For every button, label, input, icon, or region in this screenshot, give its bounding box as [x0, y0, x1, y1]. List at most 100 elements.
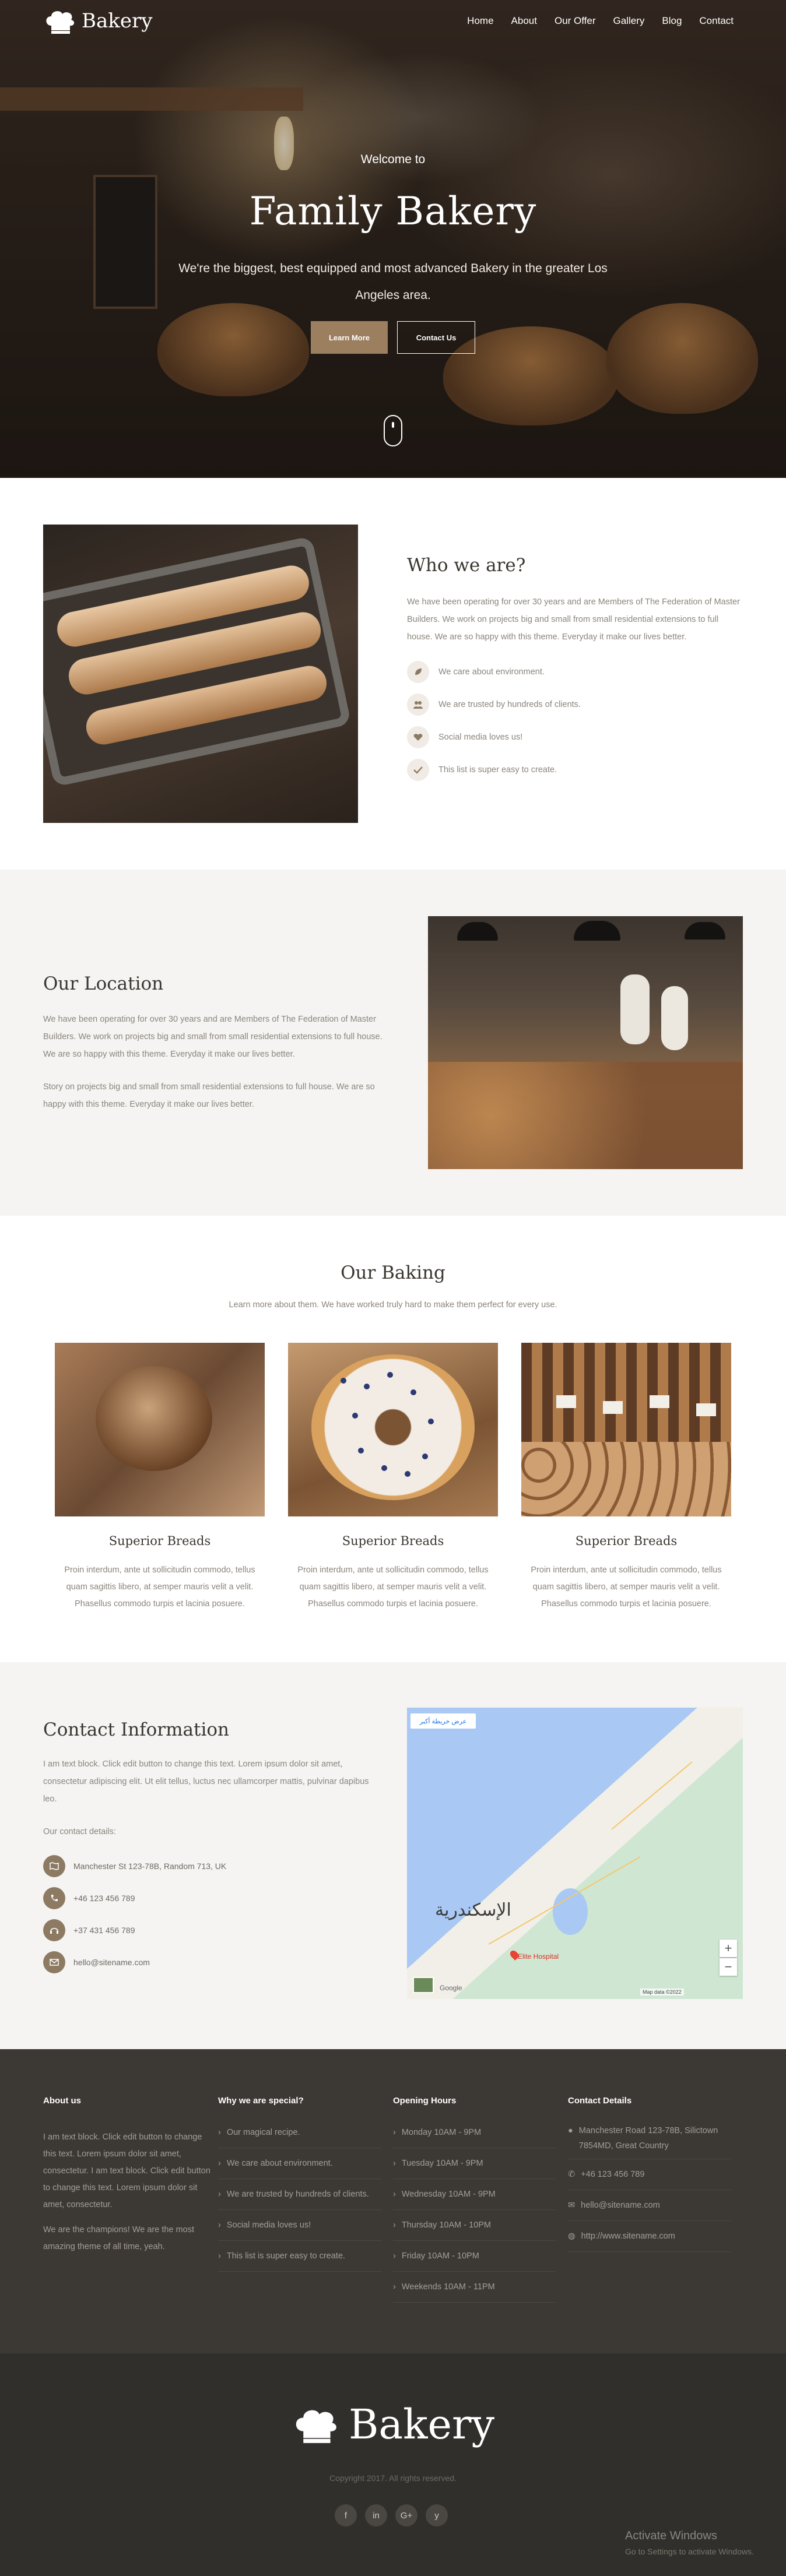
hero-pretitle: Welcome to — [360, 153, 426, 166]
list-item: +46 123 456 789 — [43, 1882, 226, 1914]
hero-text: We're the biggest, best equipped and mos… — [178, 262, 608, 302]
footer-website[interactable]: ◍ http://www.sitename.com — [568, 2221, 731, 2252]
google-plus-icon[interactable]: G+ — [395, 2504, 417, 2526]
list-item: We care about environment. — [407, 661, 581, 683]
scroll-down-icon[interactable] — [384, 415, 402, 446]
chevron-right-icon: › — [218, 2251, 221, 2261]
card-title: Superior Breads — [342, 1534, 444, 1548]
hours-row: › Wednesday 10AM - 9PM — [393, 2179, 556, 2210]
users-icon — [407, 694, 429, 716]
linkedin-icon[interactable]: in — [365, 2504, 387, 2526]
phone-icon: ✆ — [568, 2170, 576, 2179]
contact-details-label: Our contact details: — [43, 1827, 116, 1836]
footer-heading: Why we are special? — [218, 2096, 304, 2106]
footer-hours: Opening Hours › Monday 10AM - 9PM › Tuesda… — [393, 2096, 556, 2303]
copyright: Copyright 2017. All rights reserved. — [329, 2473, 457, 2483]
heart-icon — [407, 726, 429, 748]
footer-address: ● Manchester Road 123-78B, Silictown 7854… — [568, 2117, 731, 2159]
map-embed[interactable]: عرض خريطة أكبر الإسكندرية Elite Hospital… — [407, 1708, 743, 1999]
footer-email[interactable]: ✉ hello@sitename.com — [568, 2190, 731, 2221]
footer-contact: Contact Details ● Manchester Road 123-78B… — [568, 2096, 731, 2252]
footer-logo[interactable]: Bakery — [292, 2400, 494, 2449]
map-layer-thumbnail[interactable] — [413, 1977, 434, 1993]
about-list: We care about environment. We are truste… — [407, 661, 581, 781]
map-poi-label: Elite Hospital — [518, 1952, 559, 1961]
view-larger-map-link[interactable]: عرض خريطة أكبر — [410, 1713, 476, 1729]
card-text: Proin interdum, ante ut sollicitudin com… — [531, 1565, 722, 1609]
learn-more-button[interactable]: Learn More — [311, 321, 388, 354]
chevron-right-icon: › — [393, 2220, 396, 2230]
footer-phone[interactable]: ✆ +46 123 456 789 — [568, 2159, 731, 2190]
contact-text: I am text block. Click edit button to ch… — [43, 1759, 369, 1804]
chevron-right-icon: › — [393, 2251, 396, 2261]
location-text-1: We have been operating for over 30 years… — [43, 1015, 383, 1059]
nav-item-contact[interactable]: Contact — [699, 15, 734, 27]
footer-link[interactable]: › We are trusted by hundreds of clients. — [218, 2179, 381, 2210]
footer-link[interactable]: › We care about environment. — [218, 2148, 381, 2179]
zoom-out-button[interactable]: − — [720, 1958, 737, 1976]
chevron-right-icon: › — [218, 2128, 221, 2137]
nav-item-about[interactable]: About — [511, 15, 537, 27]
list-item: +37 431 456 789 — [43, 1914, 226, 1946]
baguettes-photo — [43, 525, 358, 823]
chef-hat-icon — [296, 2410, 336, 2443]
footer-link[interactable]: › Our magical recipe. — [218, 2117, 381, 2148]
card-title: Superior Breads — [108, 1534, 211, 1548]
map-attribution: Map data ©2022 — [640, 1989, 684, 1996]
phone-icon — [43, 1887, 65, 1909]
footer-link[interactable]: › This list is super easy to create. — [218, 2241, 381, 2272]
hours-row: › Monday 10AM - 9PM — [393, 2117, 556, 2148]
chevron-right-icon: › — [218, 2159, 221, 2168]
nav-item-gallery[interactable]: Gallery — [613, 15, 645, 27]
envelope-icon: ✉ — [568, 2201, 576, 2210]
card-title: Superior Breads — [575, 1534, 678, 1548]
nav-item-our-offer[interactable]: Our Offer — [555, 15, 596, 27]
location-title: Our Location — [43, 973, 164, 994]
nav-item-blog[interactable]: Blog — [662, 15, 682, 27]
leaf-icon — [407, 661, 429, 683]
logo-text: Bakery — [82, 9, 153, 33]
hours-row: › Weekends 10AM - 11PM — [393, 2272, 556, 2303]
contact-title: Contact Information — [43, 1719, 230, 1740]
nav-item-home[interactable]: Home — [467, 15, 493, 27]
footer-heading: About us — [43, 2096, 81, 2106]
chevron-right-icon: › — [393, 2282, 396, 2292]
zoom-in-button[interactable]: + — [720, 1940, 737, 1957]
site-logo[interactable]: Bakery — [43, 8, 152, 34]
contact-us-button[interactable]: Contact Us — [397, 321, 475, 354]
facebook-icon[interactable]: f — [335, 2504, 357, 2526]
hours-row: › Friday 10AM - 10PM — [393, 2241, 556, 2272]
list-item: We are trusted by hundreds of clients. — [407, 694, 581, 716]
location-text-2: Story on projects big and small from sma… — [43, 1082, 375, 1109]
footer-about-text-2: We are the champions! We are the most am… — [43, 2225, 194, 2251]
headset-icon — [43, 1919, 65, 1941]
donut-photo — [288, 1343, 498, 1516]
footer-about-text-1: I am text block. Click edit button to ch… — [43, 2132, 210, 2209]
envelope-icon — [43, 1951, 65, 1973]
footer-heading: Opening Hours — [393, 2096, 457, 2106]
location-pin-icon: ● — [568, 2126, 573, 2135]
bakery-counter-photo — [428, 916, 743, 1169]
contact-list: Manchester St 123-78B, Random 713, UK +4… — [43, 1850, 226, 1978]
main-nav: Home About Our Offer Gallery Blog Contac… — [467, 15, 734, 27]
chevron-right-icon: › — [393, 2128, 396, 2137]
social-links: f in G+ y — [335, 2504, 448, 2526]
chef-hat-icon — [46, 11, 75, 34]
about-text: We have been operating for over 30 years… — [407, 597, 740, 642]
chevron-right-icon: › — [218, 2220, 221, 2230]
twitter-icon[interactable]: y — [426, 2504, 448, 2526]
list-item: Manchester St 123-78B, Random 713, UK — [43, 1850, 226, 1882]
hours-row: › Tuesday 10AM - 9PM — [393, 2148, 556, 2179]
baking-title: Our Baking — [341, 1262, 445, 1283]
card-text: Proin interdum, ante ut sollicitudin com… — [64, 1565, 255, 1609]
google-logo: Google — [440, 1984, 462, 1992]
map-city-label: الإسكندرية — [435, 1900, 511, 1920]
list-item: This list is super easy to create. — [407, 759, 581, 781]
globe-icon: ◍ — [568, 2232, 576, 2241]
footer-heading: Contact Details — [568, 2096, 632, 2106]
activate-windows-subtitle: Go to Settings to activate Windows. — [625, 2547, 754, 2556]
list-item: hello@sitename.com — [43, 1946, 226, 1978]
footer-link[interactable]: › Social media loves us! — [218, 2210, 381, 2241]
bread-loaf-photo — [55, 1343, 265, 1516]
hours-row: › Thursday 10AM - 10PM — [393, 2210, 556, 2241]
